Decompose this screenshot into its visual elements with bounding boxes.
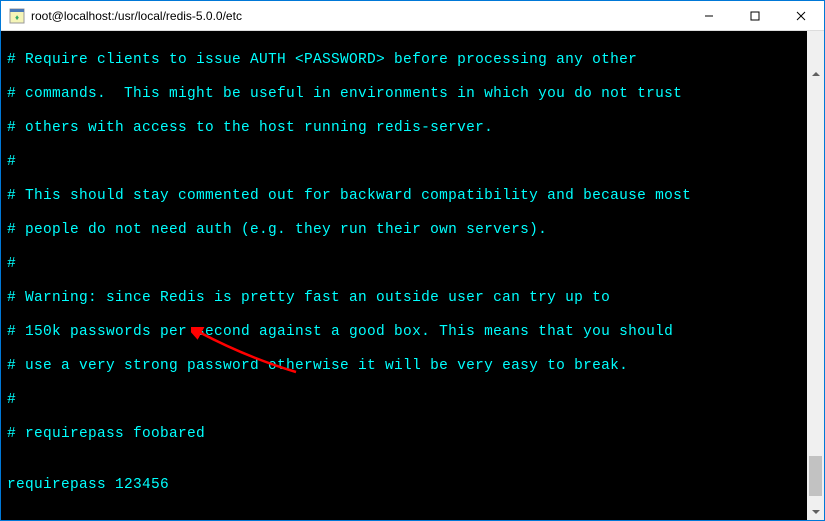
window-title: root@localhost:/usr/local/redis-5.0.0/et…: [31, 9, 686, 23]
vertical-scrollbar[interactable]: [807, 31, 824, 520]
window-titlebar: ♦ root@localhost:/usr/local/redis-5.0.0/…: [1, 1, 824, 31]
config-line: # people do not need auth (e.g. they run…: [7, 222, 824, 239]
maximize-button[interactable]: [732, 1, 778, 30]
scroll-thumb[interactable]: [809, 456, 822, 496]
close-button[interactable]: [778, 1, 824, 30]
config-line: # Require clients to issue AUTH <PASSWOR…: [7, 52, 824, 69]
config-line: # use a very strong password otherwise i…: [7, 358, 824, 375]
config-line: # This should stay commented out for bac…: [7, 188, 824, 205]
config-line: # commands. This might be useful in envi…: [7, 86, 824, 103]
config-line: # 150k passwords per second against a go…: [7, 324, 824, 341]
config-line: # requirepass foobared: [7, 426, 824, 443]
config-line: #: [7, 256, 824, 273]
terminal-content[interactable]: # Require clients to issue AUTH <PASSWOR…: [1, 31, 824, 520]
svg-text:♦: ♦: [15, 13, 19, 22]
app-icon: ♦: [9, 8, 25, 24]
config-line: # Warning: since Redis is pretty fast an…: [7, 290, 824, 307]
config-line: #: [7, 154, 824, 171]
config-line: #: [7, 392, 824, 409]
requirepass-line: requirepass 123456: [7, 477, 824, 494]
config-line: # others with access to the host running…: [7, 120, 824, 137]
scroll-up-button[interactable]: [807, 65, 824, 82]
scroll-down-button[interactable]: [807, 503, 824, 520]
window-controls: [686, 1, 824, 30]
minimize-button[interactable]: [686, 1, 732, 30]
